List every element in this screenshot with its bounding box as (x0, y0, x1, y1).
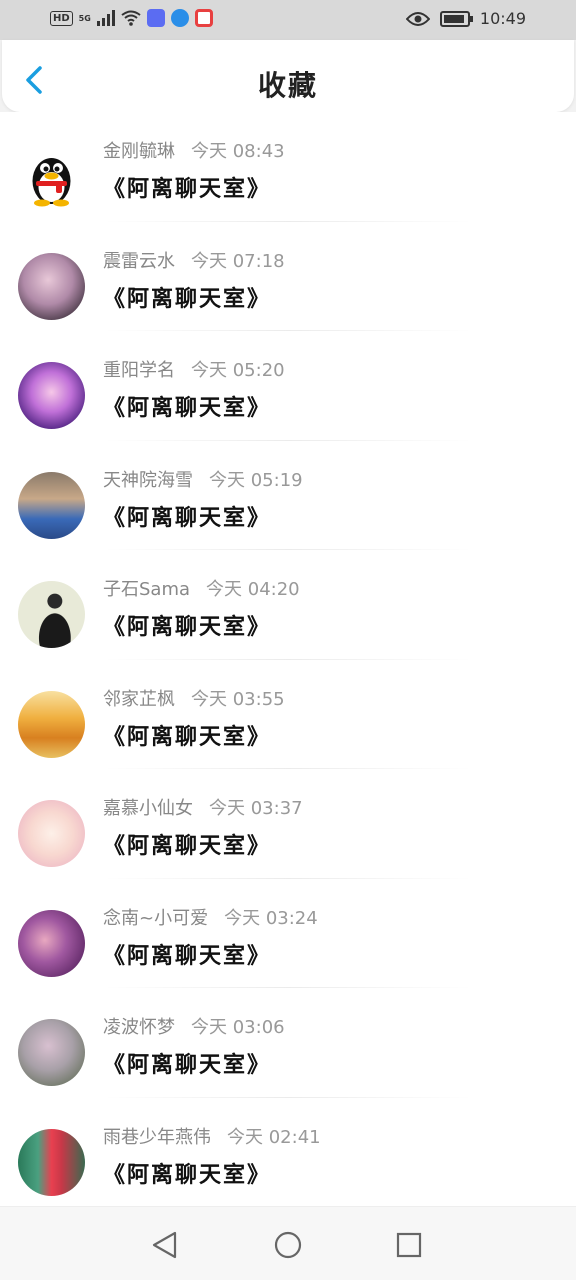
item-meta: 嘉慕小仙女 今天 03:37 (103, 794, 303, 820)
triangle-back-icon[interactable] (145, 1225, 185, 1265)
room-name: 《阿离聊天室》 (103, 834, 272, 859)
item-meta: 天神院海雪 今天 05:19 (103, 466, 303, 492)
user-name: 念南~小可爱 (103, 907, 209, 929)
circle-home-icon[interactable] (268, 1225, 308, 1265)
avatar (18, 1019, 85, 1086)
eye-icon (405, 11, 430, 26)
favorites-list: 金刚毓琳 今天 08:43 《阿离聊天室》 震雷云水 今天 07:18 《阿离聊天室… (0, 112, 576, 1206)
item-meta: 金刚毓琳 今天 08:43 (103, 137, 285, 163)
item-meta: 重阳学名 今天 05:20 (103, 356, 285, 382)
timestamp: 今天 03:06 (191, 1017, 285, 1038)
avatar (18, 252, 85, 320)
status-left: HD 5G (50, 9, 213, 27)
avatar (18, 800, 85, 867)
timestamp: 今天 02:41 (227, 1126, 321, 1148)
page-title: 收藏 (257, 69, 318, 102)
list-item[interactable]: 金刚毓琳 今天 08:43 《阿离聊天室》 (0, 112, 576, 222)
user-name: 震雷云水 (103, 250, 175, 272)
item-meta: 邻家芷枫 今天 03:55 (103, 685, 285, 711)
system-nav-bar (0, 1206, 576, 1280)
user-name: 重阳学名 (103, 360, 175, 381)
room-name: 《阿离聊天室》 (103, 177, 272, 202)
room-name: 《阿离聊天室》 (103, 1053, 272, 1078)
list-item[interactable]: 邻家芷枫 今天 03:55 《阿离聊天室》 (0, 660, 576, 769)
timestamp: 今天 08:43 (191, 141, 285, 162)
list-item[interactable]: 凌波怀梦 今天 03:06 《阿离聊天室》 (0, 988, 576, 1098)
qq-penguin-icon (32, 158, 71, 207)
list-item[interactable]: 震雷云水 今天 07:18 《阿离聊天室》 (0, 222, 576, 331)
battery-icon (439, 10, 473, 27)
room-name: 《阿离聊天室》 (103, 724, 272, 750)
hd-indicator: HD (50, 10, 73, 26)
room-name: 《阿离聊天室》 (103, 396, 272, 421)
timestamp: 今天 03:24 (224, 907, 318, 929)
avatar (18, 1128, 85, 1196)
status-right: 10:49 (405, 9, 526, 28)
item-meta: 震雷云水 今天 07:18 (103, 247, 285, 273)
room-name: 《阿离聊天室》 (103, 505, 272, 531)
item-meta: 雨巷少年燕伟 今天 02:41 (103, 1123, 321, 1149)
wifi-icon (121, 10, 141, 26)
user-name: 金刚毓琳 (103, 141, 175, 162)
avatar (18, 581, 85, 648)
avatar (18, 690, 85, 758)
list-item[interactable]: 重阳学名 今天 05:20 《阿离聊天室》 (0, 331, 576, 441)
avatar (18, 471, 85, 539)
timestamp: 今天 04:20 (206, 579, 300, 600)
user-name: 凌波怀梦 (103, 1017, 175, 1038)
status-bar: HD 5G 10:49 (0, 0, 576, 40)
list-item[interactable]: 子石Sama 今天 04:20 《阿离聊天室》 (0, 550, 576, 660)
app-icon-2 (170, 9, 189, 27)
room-name: 《阿离聊天室》 (103, 286, 272, 312)
signal-icon (96, 10, 115, 26)
user-name: 邻家芷枫 (103, 688, 175, 710)
header: 收藏 (2, 40, 574, 112)
list-item[interactable]: 嘉慕小仙女 今天 03:37 《阿离聊天室》 (0, 769, 576, 879)
user-name: 雨巷少年燕伟 (103, 1126, 211, 1148)
item-meta: 凌波怀梦 今天 03:06 (103, 1013, 285, 1039)
timestamp: 今天 03:55 (191, 688, 285, 710)
list-item[interactable]: 雨巷少年燕伟 今天 02:41 《阿离聊天室》 (0, 1098, 576, 1207)
avatar (18, 909, 85, 977)
user-name: 子石Sama (103, 579, 191, 600)
item-meta: 念南~小可爱 今天 03:24 (103, 904, 318, 930)
timestamp: 今天 05:20 (191, 360, 285, 381)
timestamp: 今天 03:37 (209, 798, 303, 819)
app-icon-3 (194, 9, 213, 27)
room-name: 《阿离聊天室》 (103, 943, 272, 969)
clock: 10:49 (479, 9, 526, 28)
avatar (18, 362, 85, 429)
app-icon-1 (146, 9, 165, 27)
room-name: 《阿离聊天室》 (103, 1162, 272, 1188)
user-name: 天神院海雪 (103, 469, 193, 491)
network-type: 5G (78, 13, 91, 23)
square-recents-icon[interactable] (389, 1225, 429, 1265)
item-meta: 子石Sama 今天 04:20 (103, 575, 300, 601)
list-item[interactable]: 念南~小可爱 今天 03:24 《阿离聊天室》 (0, 879, 576, 988)
timestamp: 今天 07:18 (191, 250, 285, 272)
timestamp: 今天 05:19 (209, 469, 303, 491)
user-name: 嘉慕小仙女 (103, 798, 193, 819)
room-name: 《阿离聊天室》 (103, 615, 272, 640)
list-item[interactable]: 天神院海雪 今天 05:19 《阿离聊天室》 (0, 441, 576, 550)
avatar (18, 143, 85, 210)
